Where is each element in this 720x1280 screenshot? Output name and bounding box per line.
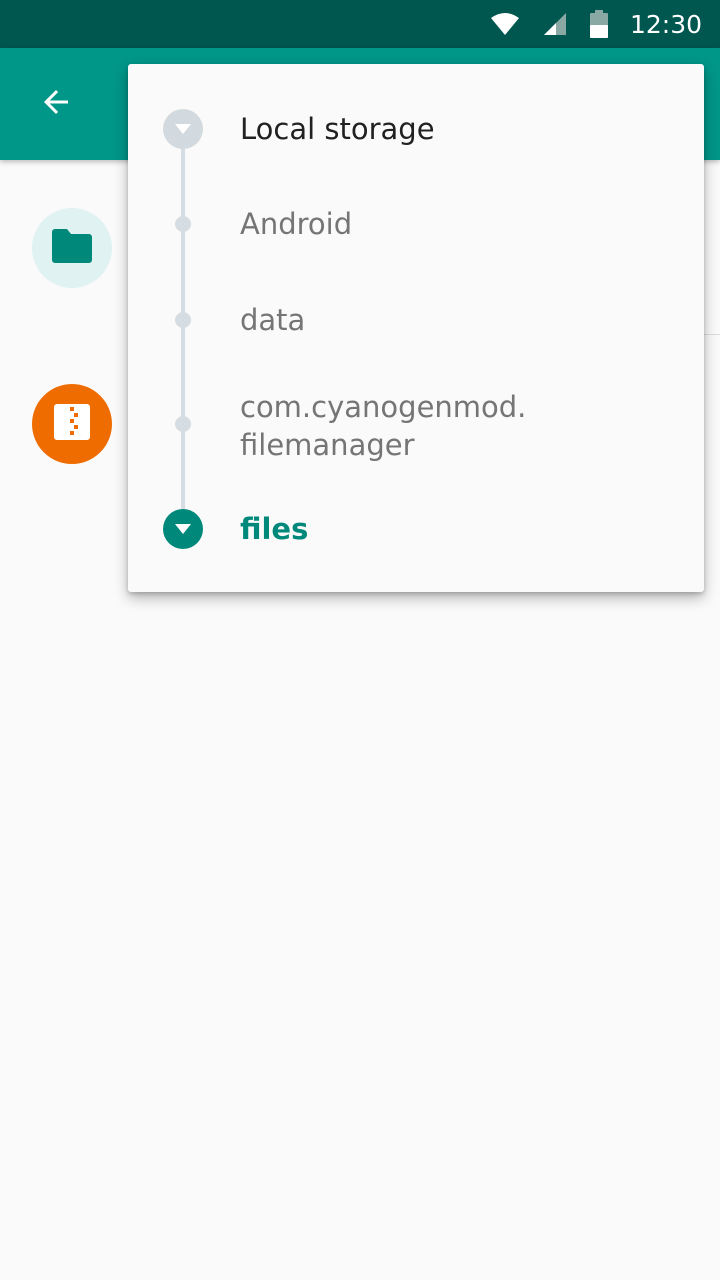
chevron-down-icon bbox=[163, 509, 203, 549]
breadcrumb-item-files[interactable]: files bbox=[128, 488, 704, 592]
breadcrumb-dot bbox=[175, 416, 191, 432]
status-time: 12:30 bbox=[629, 9, 702, 39]
battery-icon bbox=[589, 10, 608, 38]
breadcrumb-label: Android bbox=[240, 207, 353, 241]
back-button[interactable] bbox=[28, 76, 84, 132]
cell-signal-icon bbox=[542, 11, 568, 37]
breadcrumb-label: data bbox=[240, 303, 306, 337]
list-item-folder[interactable] bbox=[32, 208, 112, 288]
breadcrumb-item-local-storage[interactable]: Local storage bbox=[128, 64, 704, 176]
breadcrumb-item-data[interactable]: data bbox=[128, 272, 704, 368]
archive-zip-icon bbox=[54, 404, 90, 444]
breadcrumb-dot bbox=[175, 312, 191, 328]
chevron-down-icon bbox=[163, 109, 203, 149]
folder-icon bbox=[52, 229, 92, 267]
breadcrumb-popup: Local storage Android data com.cyanogenm… bbox=[128, 64, 704, 592]
breadcrumb-item-android[interactable]: Android bbox=[128, 176, 704, 272]
status-bar: 12:30 bbox=[0, 0, 720, 48]
list-divider bbox=[704, 334, 720, 335]
wifi-icon bbox=[490, 11, 520, 37]
breadcrumb-label: Local storage bbox=[240, 112, 435, 146]
breadcrumb-item-filemanager[interactable]: com.cyanogenmod. filemanager bbox=[128, 368, 704, 488]
list-item-archive[interactable] bbox=[32, 384, 112, 464]
arrow-back-icon bbox=[38, 84, 74, 124]
breadcrumb-label: com.cyanogenmod. filemanager bbox=[240, 390, 527, 462]
breadcrumb-dot bbox=[175, 216, 191, 232]
breadcrumb-label-current: files bbox=[240, 512, 309, 546]
